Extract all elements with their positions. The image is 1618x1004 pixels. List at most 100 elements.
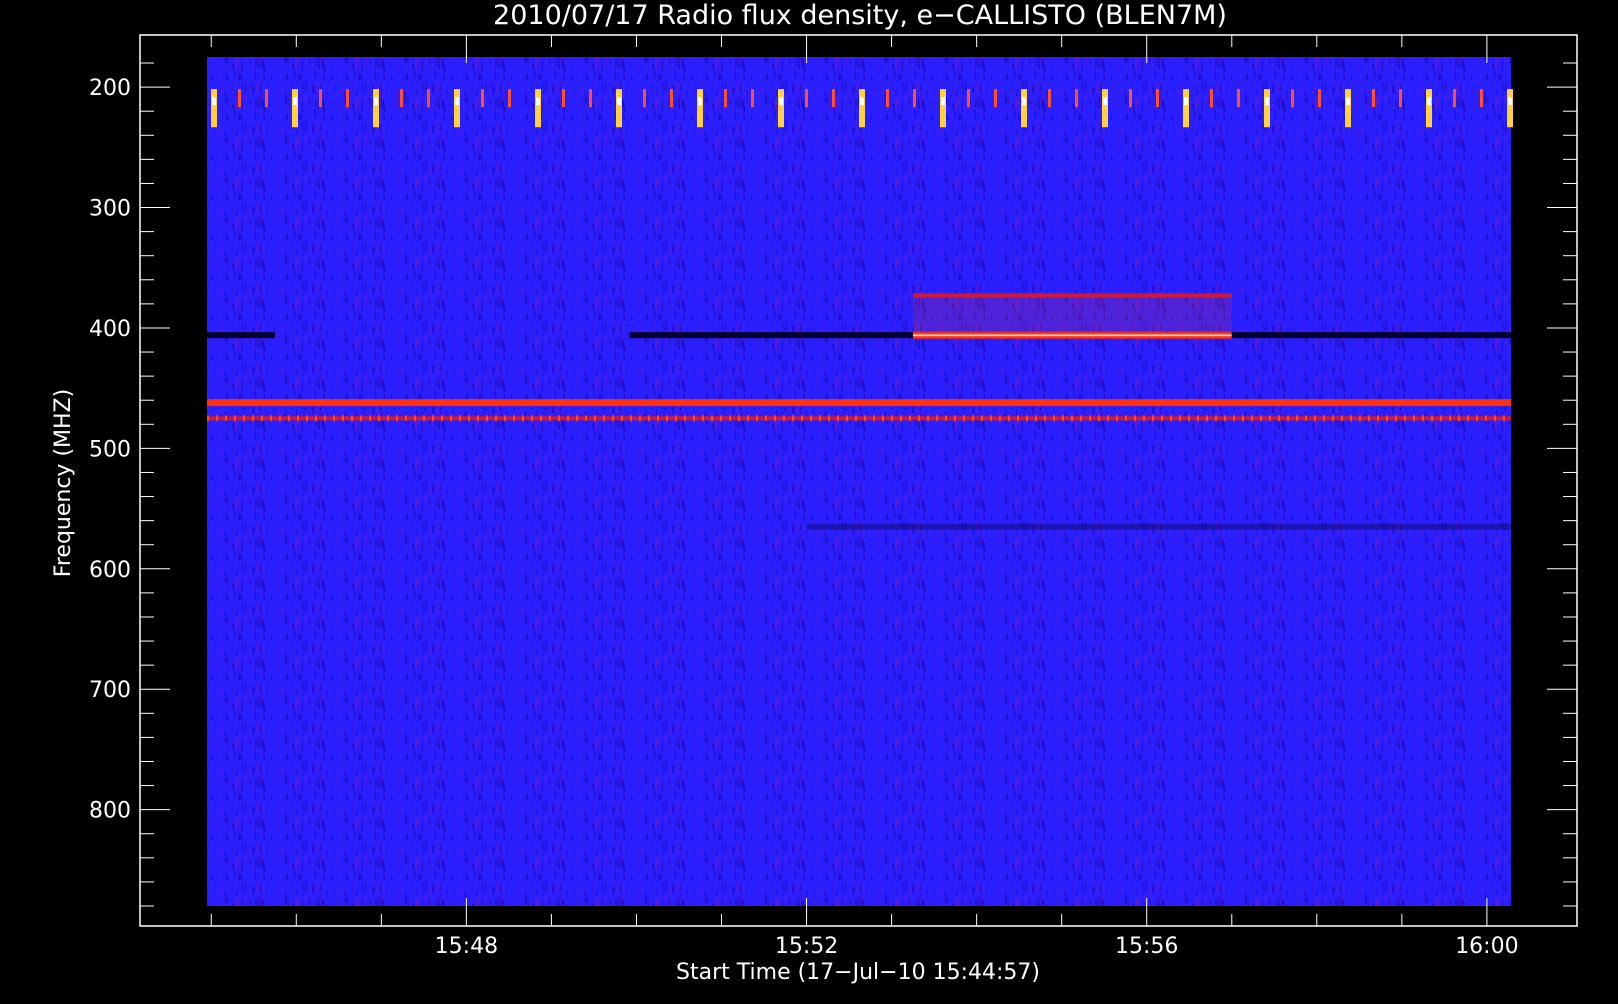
burst-mark — [805, 89, 808, 108]
spectrogram-svg: 2010/07/17 Radio flux density, e−CALLIST… — [51, 0, 1578, 985]
x-tick-label: 15:52 — [775, 934, 838, 959]
line-dash — [1224, 415, 1226, 422]
line-dash — [1035, 415, 1037, 422]
burst-mark — [1372, 89, 1375, 108]
feature-band-2 — [912, 293, 1232, 298]
line-dash — [603, 415, 605, 422]
line-dash — [693, 415, 695, 422]
line-dash — [702, 415, 704, 422]
line-dash — [576, 415, 578, 422]
line-dash — [351, 415, 353, 422]
y-tick-label: 800 — [89, 799, 131, 824]
burst-mark — [481, 89, 484, 108]
burst-mark — [616, 89, 622, 128]
line-dash — [963, 415, 965, 422]
burst-mark — [751, 89, 754, 108]
line-dash — [585, 415, 587, 422]
line-dash — [1053, 415, 1055, 422]
line-dash — [729, 415, 731, 422]
line-dash — [1431, 415, 1433, 422]
line-dash — [765, 415, 767, 422]
line-dash — [279, 415, 281, 422]
burst-core — [374, 97, 378, 106]
line-dash — [405, 415, 407, 422]
line-dash — [810, 415, 812, 422]
line-dash — [1314, 415, 1316, 422]
line-dash — [855, 415, 857, 422]
line-dash — [378, 415, 380, 422]
burst-mark — [427, 89, 430, 108]
line-dash — [567, 415, 569, 422]
burst-mark — [589, 89, 592, 108]
x-tick-label: 16:00 — [1455, 934, 1518, 959]
y-tick-label: 300 — [89, 197, 131, 222]
burst-mark — [886, 89, 889, 108]
feature-band-4 — [629, 332, 913, 339]
burst-core — [293, 97, 297, 106]
line-dash — [1323, 415, 1325, 422]
feature-band-5 — [1231, 332, 1511, 339]
burst-mark — [670, 89, 673, 108]
burst-mark — [1048, 89, 1051, 108]
line-dash — [549, 415, 551, 422]
line-dash — [1188, 415, 1190, 422]
line-dash — [1458, 415, 1460, 422]
line-dash — [1080, 415, 1082, 422]
burst-mark — [1210, 89, 1213, 108]
burst-mark — [913, 89, 916, 108]
feature-band-8 — [806, 523, 1511, 530]
line-dash — [792, 415, 794, 422]
line-dash — [1242, 415, 1244, 422]
line-dash — [684, 415, 686, 422]
line-dash — [1440, 415, 1442, 422]
line-dash — [711, 415, 713, 422]
line-dash — [936, 415, 938, 422]
line-dash — [1008, 415, 1010, 422]
line-dash — [1404, 415, 1406, 422]
line-dash — [513, 415, 515, 422]
burst-core — [617, 97, 621, 106]
burst-mark — [1102, 89, 1108, 128]
line-dash — [1143, 415, 1145, 422]
burst-mark — [508, 89, 511, 108]
line-dash — [1062, 415, 1064, 422]
line-dash — [1026, 415, 1028, 422]
y-tick-label: 600 — [89, 558, 131, 583]
line-dash — [1476, 415, 1478, 422]
line-dash — [1017, 415, 1019, 422]
line-dash — [540, 415, 542, 422]
line-dash — [522, 415, 524, 422]
burst-core — [212, 97, 216, 106]
line-dash — [1197, 415, 1199, 422]
line-dash — [1107, 415, 1109, 422]
line-dash — [639, 415, 641, 422]
feature-glow-1 — [912, 295, 1232, 336]
line-dash — [1071, 415, 1073, 422]
line-dash — [1386, 415, 1388, 422]
spectrogram-image — [207, 57, 1513, 906]
line-dash — [927, 415, 929, 422]
burst-mark — [1480, 89, 1483, 108]
burst-mark — [535, 89, 541, 128]
burst-mark — [1264, 89, 1270, 128]
burst-core — [860, 97, 864, 106]
line-dash — [1161, 415, 1163, 422]
line-dash — [252, 415, 254, 422]
y-tick-label: 400 — [89, 317, 131, 342]
line-dash — [774, 415, 776, 422]
y-tick-label: 200 — [89, 76, 131, 101]
line-dash — [1305, 415, 1307, 422]
burst-mark — [400, 89, 403, 108]
line-dash — [1494, 415, 1496, 422]
line-dash — [360, 415, 362, 422]
line-dash — [594, 415, 596, 422]
line-dash — [450, 415, 452, 422]
burst-core — [536, 97, 540, 106]
burst-core — [1184, 97, 1188, 106]
burst-mark — [1183, 89, 1189, 128]
line-dash — [819, 415, 821, 422]
line-dash — [1269, 415, 1271, 422]
feature-band-3 — [207, 332, 276, 339]
line-dash — [648, 415, 650, 422]
line-dash — [1116, 415, 1118, 422]
